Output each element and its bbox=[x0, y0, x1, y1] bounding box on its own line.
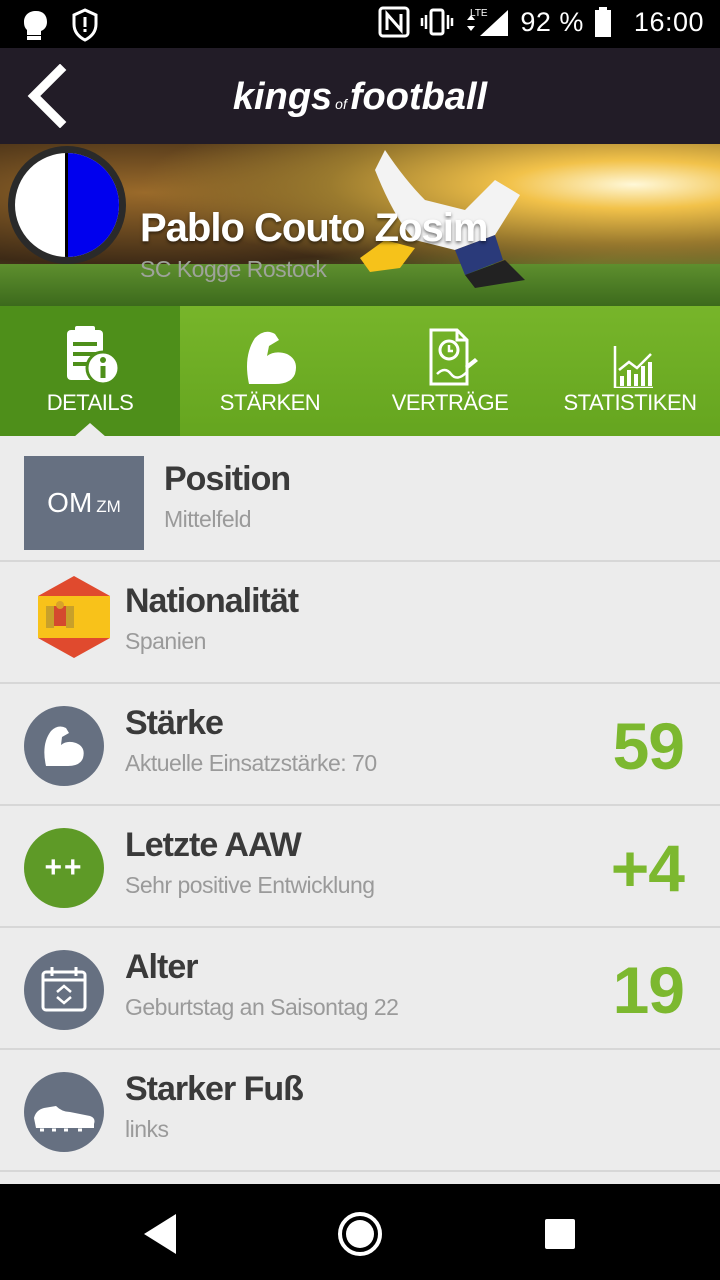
tab-staerken-label: STÄRKEN bbox=[219, 390, 321, 415]
tab-statistiken[interactable]: STATISTIKEN bbox=[540, 306, 720, 436]
vibrate-icon bbox=[421, 8, 454, 36]
strength-title: Stärke bbox=[125, 704, 224, 742]
foot-circle bbox=[24, 1072, 104, 1152]
position-secondary: ZM bbox=[96, 497, 121, 516]
position-title: Position bbox=[164, 460, 291, 498]
position-main: OM bbox=[47, 487, 93, 518]
player-name: Pablo Couto Zosim bbox=[140, 206, 488, 250]
tab-details-label: DETAILS bbox=[46, 390, 134, 415]
age-title: Alter bbox=[125, 948, 198, 986]
system-nav-bar bbox=[0, 1184, 720, 1280]
age-circle bbox=[24, 950, 104, 1030]
detail-row-age[interactable]: Alter Geburtstag an Saisontag 22 19 bbox=[0, 930, 720, 1050]
shield-alert-icon bbox=[72, 8, 98, 42]
statistics-icon bbox=[613, 346, 653, 388]
lte-signal-icon: LTE bbox=[467, 8, 509, 36]
logo-football: football bbox=[349, 76, 488, 118]
app-bar: kings offootball bbox=[0, 48, 720, 144]
nav-back-icon bbox=[144, 1214, 176, 1254]
battery-percent: 92 % bbox=[520, 6, 584, 37]
detail-row-nationality[interactable]: Nationalität Spanien bbox=[0, 564, 720, 684]
club-crest bbox=[8, 146, 126, 264]
strength-icon bbox=[247, 331, 296, 384]
detail-row-strength[interactable]: Stärke Aktuelle Einsatzstärke: 70 59 bbox=[0, 686, 720, 806]
logo-of: of bbox=[335, 96, 347, 112]
player-club[interactable]: SC Kogge Rostock bbox=[140, 256, 327, 283]
aaw-title: Letzte AAW bbox=[125, 826, 302, 864]
tab-staerken[interactable]: STÄRKEN bbox=[180, 306, 360, 436]
detail-row-position[interactable]: OM ZM Position Mittelfeld bbox=[0, 442, 720, 562]
app-logo: kings offootball bbox=[0, 76, 720, 119]
foot-value: links bbox=[125, 1116, 169, 1142]
contract-icon bbox=[429, 328, 478, 386]
details-icon bbox=[67, 326, 121, 386]
foot-title: Starker Fuß bbox=[125, 1070, 304, 1108]
tab-statistiken-label: STATISTIKEN bbox=[563, 390, 697, 415]
boxing-glove-icon bbox=[24, 11, 47, 40]
nav-recents-icon bbox=[545, 1219, 575, 1249]
strength-circle bbox=[24, 706, 104, 786]
boot-icon bbox=[34, 1106, 95, 1132]
nationality-title: Nationalität bbox=[125, 582, 299, 620]
aaw-subtitle: Sehr positive Entwicklung bbox=[125, 872, 375, 898]
aaw-value: +4 bbox=[610, 831, 685, 905]
strength-subtitle: Aktuelle Einsatzstärke: 70 bbox=[125, 750, 377, 776]
status-bar: LTE 92 % 16:00 bbox=[0, 0, 720, 48]
battery-icon bbox=[594, 7, 611, 37]
tab-vertraege[interactable]: VERTRÄGE bbox=[360, 306, 540, 436]
active-tab-indicator bbox=[74, 423, 106, 437]
detail-row-last-aaw[interactable]: ++ Letzte AAW Sehr positive Entwicklung … bbox=[0, 808, 720, 928]
calendar-icon bbox=[41, 967, 87, 1012]
aaw-circle: ++ bbox=[24, 828, 104, 908]
position-badge: OM ZM bbox=[24, 456, 144, 550]
logo-kings: kings bbox=[232, 76, 333, 118]
aaw-badge: ++ bbox=[44, 851, 84, 884]
nav-home-icon bbox=[338, 1212, 382, 1256]
nav-home-button[interactable] bbox=[332, 1206, 388, 1262]
strength-value: 59 bbox=[612, 709, 685, 783]
nav-back-button[interactable] bbox=[132, 1206, 188, 1262]
nfc-icon bbox=[378, 6, 410, 38]
detail-row-strong-foot[interactable]: Starker Fuß links bbox=[0, 1052, 720, 1172]
spain-flag-icon bbox=[38, 576, 110, 658]
nav-recents-button[interactable] bbox=[532, 1206, 588, 1262]
tab-details[interactable]: DETAILS bbox=[0, 306, 180, 437]
position-value: Mittelfeld bbox=[164, 506, 252, 532]
nationality-value: Spanien bbox=[125, 628, 206, 654]
age-value: 19 bbox=[612, 953, 685, 1027]
age-subtitle: Geburtstag an Saisontag 22 bbox=[125, 994, 399, 1020]
muscle-icon bbox=[44, 726, 84, 766]
clock: 16:00 bbox=[633, 6, 704, 37]
tab-vertraege-label: VERTRÄGE bbox=[391, 390, 509, 415]
tab-bar: DETAILS STÄRKEN VERTRÄGE STATISTIKEN bbox=[0, 306, 720, 437]
